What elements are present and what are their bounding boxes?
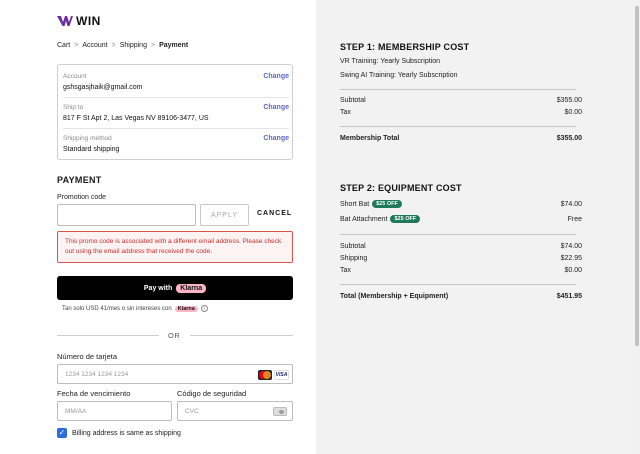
order-info-box: Account gshsgasjhaik@gmail.com Change Sh… [57, 64, 293, 160]
breadcrumb-shipping[interactable]: Shipping [120, 42, 147, 49]
account-label: Account [63, 73, 87, 80]
visa-icon: VISA [274, 370, 289, 380]
short-bat-price: $74.00 [560, 201, 582, 208]
or-divider-right [190, 335, 293, 336]
account-email: gshsgasjhaik@gmail.com [63, 84, 143, 91]
order-summary-panel [316, 0, 634, 454]
shipping-method-row: Shipping method Standard shipping Change [63, 129, 289, 160]
step2-tax-value: $0.00 [564, 267, 582, 274]
discount-badge: $25 OFF [372, 200, 402, 208]
brand-logo[interactable]: WIN [57, 14, 101, 28]
klarna-installments-note: Tan solo USD 41/mes o sin intereses con … [62, 305, 208, 312]
card-number-label: Número de tarjeta [57, 352, 118, 361]
checkout-form-panel: WIN Cart > Account > Shipping > Payment … [0, 0, 316, 454]
mastercard-icon [258, 370, 272, 380]
brand-name: WIN [76, 14, 101, 28]
ship-to-label: Ship to [63, 104, 84, 111]
expiry-label: Fecha de vencimiento [57, 389, 131, 398]
step1-subtotal-label: Subtotal [340, 97, 366, 104]
breadcrumb-separator: > [150, 42, 156, 49]
info-icon[interactable]: i [200, 305, 208, 312]
breadcrumb-payment: Payment [159, 42, 189, 49]
equipment-item-short-bat: Short Bat $25 OFF [340, 200, 402, 208]
item-name: Short Bat [340, 200, 370, 208]
step2-subtotal-value: $74.00 [560, 243, 582, 250]
grand-total-value: $451.95 [556, 293, 582, 300]
shipping-method-value: Standard shipping [63, 146, 120, 153]
step1-tax-value: $0.00 [564, 109, 582, 116]
or-divider-label: OR [168, 331, 181, 340]
scrollbar-thumb[interactable] [635, 6, 639, 346]
payment-heading: PAYMENT [57, 175, 102, 185]
klarna-mini-logo: Klarna [174, 305, 198, 312]
change-ship-to-link[interactable]: Change [263, 104, 289, 111]
cancel-promo-button[interactable]: CANCEL [257, 210, 292, 217]
promo-code-input[interactable] [57, 204, 196, 226]
discount-badge: $25 OFF [390, 215, 421, 223]
cvc-card-icon [273, 407, 287, 416]
apply-promo-button[interactable]: APPLY [200, 204, 249, 226]
win-logo-icon [57, 16, 73, 26]
divider [340, 89, 576, 90]
item-name: Bat Attachment [340, 215, 388, 223]
breadcrumb-separator: > [74, 42, 79, 49]
step2-heading: STEP 2: EQUIPMENT COST [340, 183, 462, 193]
cvc-input[interactable]: CVC [177, 401, 293, 421]
divider [340, 126, 576, 127]
divider [340, 284, 576, 285]
breadcrumb-account[interactable]: Account [82, 42, 107, 49]
klarna-logo: Klarna [176, 283, 207, 293]
ship-to-row: Ship to 817 F St Apt 2, Las Vegas NV 891… [63, 98, 289, 129]
step1-item: VR Training: Yearly Subscription [340, 58, 440, 65]
billing-label: Billing address is same as shipping [72, 429, 181, 437]
klarna-note-text: Tan solo USD 41/mes o sin intereses con [62, 305, 172, 312]
step2-subtotal-label: Subtotal [340, 243, 366, 250]
pay-with-klarna-button[interactable]: Pay with Klarna [57, 276, 293, 300]
ship-to-address: 817 F St Apt 2, Las Vegas NV 89106-3477,… [63, 115, 209, 122]
page-scrollbar[interactable] [634, 0, 640, 454]
bat-attachment-price: Free [567, 216, 582, 223]
klarna-button-text: Pay with [143, 284, 173, 292]
step1-tax-label: Tax [340, 109, 351, 116]
equipment-item-bat-attachment: Bat Attachment $25 OFF [340, 215, 421, 223]
change-shipping-method-link[interactable]: Change [263, 135, 289, 142]
breadcrumb-cart[interactable]: Cart [57, 42, 70, 49]
card-number-placeholder: 1234 1234 1234 1234 [65, 371, 129, 378]
expiry-placeholder: MM/AA [65, 408, 87, 415]
breadcrumb-separator: > [111, 42, 116, 49]
promo-code-label: Promotion code [57, 194, 107, 201]
step1-heading: STEP 1: MEMBERSHIP COST [340, 42, 470, 52]
billing-same-as-shipping[interactable]: ✓ Billing address is same as shipping [57, 428, 181, 438]
expiry-input[interactable]: MM/AA [57, 401, 172, 421]
shipping-method-label: Shipping method [63, 135, 112, 142]
or-divider-left [57, 335, 159, 336]
billing-checkbox[interactable]: ✓ [57, 428, 67, 438]
step1-item: Swing AI Training: Yearly Subscription [340, 72, 458, 79]
cvc-label: Código de seguridad [177, 389, 247, 398]
divider [340, 234, 576, 235]
change-account-link[interactable]: Change [263, 73, 289, 80]
breadcrumb: Cart > Account > Shipping > Payment [57, 42, 188, 49]
step1-subtotal-value: $355.00 [556, 97, 582, 104]
grand-total-label: Total (Membership + Equipment) [340, 293, 449, 300]
account-row: Account gshsgasjhaik@gmail.com Change [63, 67, 289, 98]
membership-total-value: $355.00 [556, 135, 582, 142]
promo-error-message: This promo code is associated with a dif… [57, 231, 293, 263]
shipping-value: $22.95 [560, 255, 582, 262]
step2-tax-label: Tax [340, 267, 351, 274]
membership-total-label: Membership Total [340, 135, 400, 142]
cvc-placeholder: CVC [185, 408, 199, 415]
card-number-input[interactable]: 1234 1234 1234 1234 VISA [57, 364, 293, 384]
shipping-label: Shipping [340, 255, 368, 262]
